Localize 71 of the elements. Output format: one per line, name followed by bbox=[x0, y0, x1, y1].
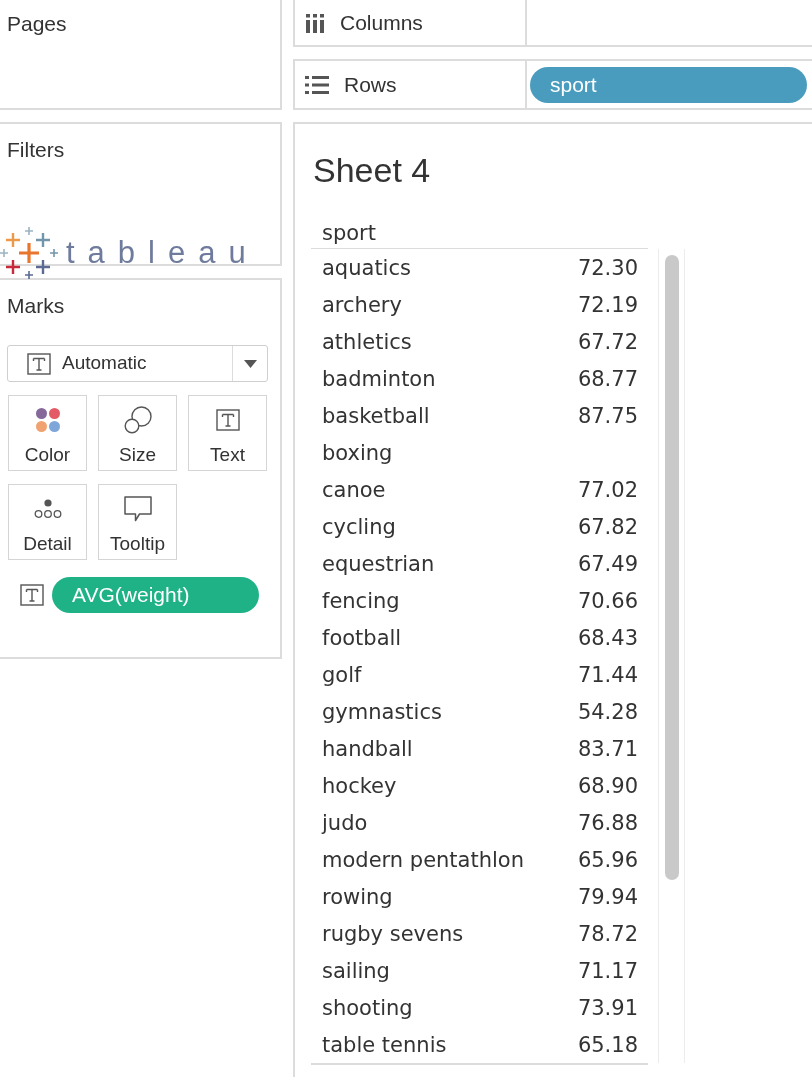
crosses-logo-icon bbox=[0, 227, 58, 279]
sport-name: archery bbox=[322, 291, 402, 318]
avg-weight-value: 68.90 bbox=[577, 772, 638, 799]
avg-weight-value: 78.72 bbox=[577, 920, 638, 947]
sport-name: aquatics bbox=[322, 254, 411, 281]
color-dots-icon bbox=[34, 406, 61, 434]
sheet-title: Sheet 4 bbox=[313, 150, 431, 190]
sport-name: judo bbox=[322, 809, 368, 836]
columns-shelf[interactable]: Columns bbox=[293, 0, 812, 47]
color-mark-button[interactable]: Color bbox=[8, 395, 87, 471]
avg-weight-value: 83.71 bbox=[577, 735, 638, 762]
sport-name: athletics bbox=[322, 328, 412, 355]
sport-name: golf bbox=[322, 661, 362, 688]
sport-name: handball bbox=[322, 735, 413, 762]
rows-shelf[interactable]: Rows sport bbox=[293, 59, 812, 110]
sport-name: shooting bbox=[322, 994, 413, 1021]
t-icon bbox=[215, 406, 240, 434]
avg-weight-value: 71.44 bbox=[577, 661, 638, 688]
scrollbar-track[interactable] bbox=[658, 249, 685, 1063]
avg-weight-value: 72.30 bbox=[577, 254, 638, 281]
avg-weight-value: 77.02 bbox=[577, 476, 638, 503]
t-icon bbox=[27, 352, 51, 375]
shelf-label: Rows bbox=[344, 72, 397, 97]
avg-weight-value: 67.72 bbox=[577, 328, 638, 355]
sport-name: rowing bbox=[322, 883, 393, 910]
sport-name: gymnastics bbox=[322, 698, 442, 725]
shelf-label: Columns bbox=[340, 10, 423, 35]
circles-icon bbox=[123, 406, 152, 434]
avg-weight-value: 67.82 bbox=[577, 513, 638, 540]
sport-name: football bbox=[322, 624, 402, 651]
scrollbar-thumb[interactable] bbox=[664, 255, 679, 880]
column-header: sport bbox=[322, 221, 376, 245]
speech-bubble-icon bbox=[123, 495, 152, 523]
bars-icon bbox=[305, 12, 325, 33]
sport-name: table tennis bbox=[322, 1031, 447, 1058]
avg-weight-value: 68.43 bbox=[577, 624, 638, 651]
avg-weight-value: 72.19 bbox=[577, 291, 638, 318]
sport-name: rugby sevens bbox=[322, 920, 464, 947]
detail-mark-button[interactable]: Detail bbox=[8, 484, 87, 560]
sport-name: badminton bbox=[322, 365, 436, 392]
sport-name: sailing bbox=[322, 957, 390, 984]
avg-weight-value: 54.28 bbox=[577, 698, 638, 725]
avg-weight-value: 67.49 bbox=[577, 550, 638, 577]
sport-name: equestrian bbox=[322, 550, 435, 577]
logo-wordmark: tableau bbox=[66, 235, 259, 271]
caret-down-icon bbox=[243, 359, 257, 368]
avg-weight-value: 87.75 bbox=[577, 402, 638, 429]
sport-name: cycling bbox=[322, 513, 396, 540]
sport-name: canoe bbox=[322, 476, 386, 503]
size-mark-button[interactable]: Size bbox=[98, 395, 177, 471]
avg-weight-value: 70.66 bbox=[577, 587, 638, 614]
sport-name: basketball bbox=[322, 402, 430, 429]
panel-title: Filters bbox=[7, 138, 65, 162]
panel-title: Marks bbox=[7, 294, 65, 318]
avg-weight-value: 65.18 bbox=[577, 1031, 638, 1058]
panel-title: Pages bbox=[7, 12, 67, 36]
avg-weight-value: 71.17 bbox=[577, 957, 638, 984]
tooltip-mark-button[interactable]: Tooltip bbox=[98, 484, 177, 560]
text-mark-button[interactable]: Text bbox=[188, 395, 267, 471]
t-icon bbox=[20, 584, 44, 606]
avg-weight-value: 73.91 bbox=[577, 994, 638, 1021]
sport-name: fencing bbox=[322, 587, 400, 614]
avg-weight-value: 79.94 bbox=[577, 883, 638, 910]
sport-name: boxing bbox=[322, 439, 393, 466]
avg-weight-value: 68.77 bbox=[577, 365, 638, 392]
sport-name: modern pentathlon bbox=[322, 846, 524, 873]
list-icon bbox=[305, 75, 329, 94]
avg-weight-value: 65.96 bbox=[577, 846, 638, 873]
sport-name: hockey bbox=[322, 772, 397, 799]
mark-type-dropdown[interactable]: Automatic bbox=[7, 345, 268, 382]
avg-weight-value: 76.88 bbox=[577, 809, 638, 836]
